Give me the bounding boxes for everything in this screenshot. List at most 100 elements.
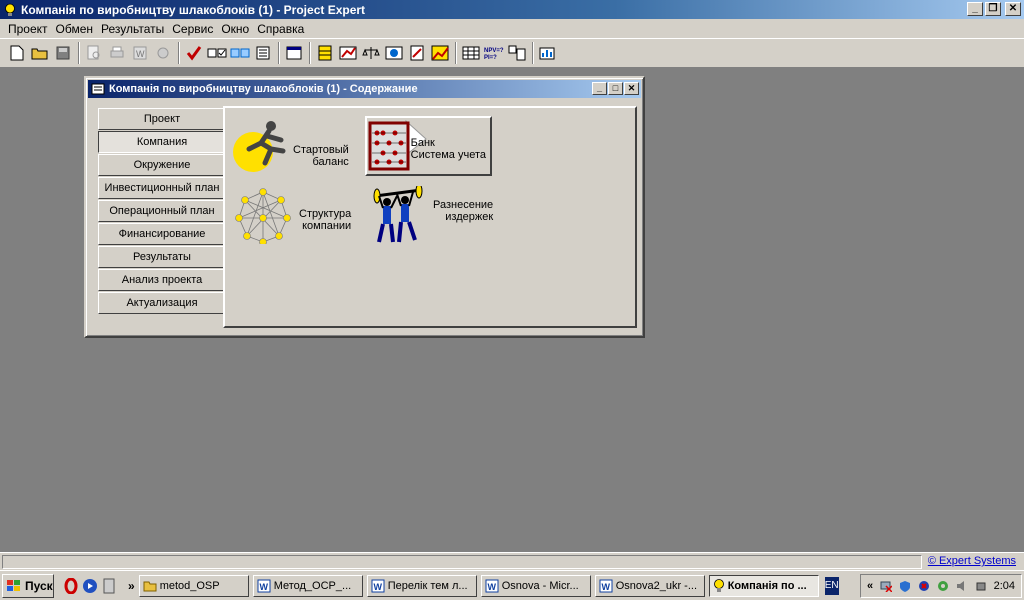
task-osnova2[interactable]: W Osnova2_ukr -... [594, 574, 705, 597]
balance-icon[interactable] [360, 42, 382, 64]
window-icon[interactable] [283, 42, 305, 64]
globe-icon[interactable] [383, 42, 405, 64]
close-button[interactable]: ✕ [1005, 2, 1021, 16]
child-minimize-button[interactable]: _ [592, 82, 607, 95]
toolbar-separator [455, 42, 457, 64]
svg-text:W: W [601, 582, 610, 592]
chart-icon[interactable] [429, 42, 451, 64]
tray-expand-icon[interactable]: « [867, 580, 873, 592]
npv-pi-icon[interactable]: NPV=? PI=? [483, 42, 505, 64]
language-indicator[interactable]: EN [824, 576, 839, 595]
toolbar-separator [532, 42, 534, 64]
cashflow-icon[interactable] [337, 42, 359, 64]
start-label: Пуск [25, 578, 53, 593]
bank-label-1: Банк [410, 137, 435, 149]
task-project-expert[interactable]: Компанія по ... [708, 574, 819, 597]
contents-window-titlebar: Компанія по виробництву шлакоблоків (1) … [88, 80, 641, 98]
menu-exchange[interactable]: Обмен [52, 22, 98, 36]
list-icon[interactable] [252, 42, 274, 64]
child-close-button[interactable]: ✕ [624, 82, 639, 95]
toolbar-separator [278, 42, 280, 64]
nav-environment[interactable]: Окружение [98, 154, 226, 176]
nav-investment-plan[interactable]: Инвестиционный план [98, 177, 226, 199]
analysis-icon[interactable] [537, 42, 559, 64]
table-icon[interactable] [314, 42, 336, 64]
preview-icon[interactable] [83, 42, 105, 64]
child-maximize-button[interactable]: □ [608, 82, 623, 95]
task-label: metod_OSP [159, 579, 220, 592]
menu-results[interactable]: Результаты [97, 22, 168, 36]
opera-icon[interactable] [64, 577, 78, 594]
expert-systems-link[interactable]: © Expert Systems [928, 555, 1016, 567]
open-folder-icon[interactable] [29, 42, 51, 64]
quick-launch: » [64, 577, 135, 594]
contents-window: Компанія по виробництву шлакоблоків (1) … [84, 76, 645, 338]
media-player-icon[interactable] [82, 578, 98, 594]
menu-help[interactable]: Справка [253, 22, 308, 36]
nav-results[interactable]: Результаты [98, 246, 226, 268]
gear-icon[interactable] [937, 580, 949, 592]
nav-financing[interactable]: Финансирование [98, 223, 226, 245]
save-icon[interactable] [52, 42, 74, 64]
task-label: Компанія по ... [727, 579, 807, 592]
svg-text:PI=?: PI=? [484, 55, 497, 61]
bank-accounting-button[interactable]: Банк Система учета [365, 116, 492, 176]
document-icon [91, 83, 105, 95]
restore-button[interactable]: ❐ [985, 2, 1001, 16]
volume-icon[interactable] [956, 580, 968, 592]
report-icon[interactable] [406, 42, 428, 64]
menu-bar: Проект Обмен Результаты Сервис Окно Спра… [0, 19, 1024, 38]
menu-service[interactable]: Сервис [168, 22, 217, 36]
check-icon[interactable] [183, 42, 205, 64]
task-label: Перелік тем л... [387, 579, 468, 592]
app-titlebar: Компанія по виробництву шлакоблоків (1) … [0, 0, 1024, 19]
bulb-icon [5, 3, 15, 16]
toolbar: W NPV=? PI=? [0, 38, 1024, 68]
task-osnova[interactable]: W Osnova - Micr... [480, 574, 591, 597]
task-perelik[interactable]: W Перелік тем л... [366, 574, 477, 597]
taskbar: Пуск » metod_OSP W Метод_ОСР_... W Перел… [0, 570, 1024, 600]
sync-icon[interactable] [229, 42, 251, 64]
word-icon: W [485, 579, 499, 592]
menu-window[interactable]: Окно [217, 22, 253, 36]
svg-text:W: W [487, 582, 496, 592]
word-export-icon[interactable]: W [129, 42, 151, 64]
antivirus-icon[interactable] [918, 580, 930, 592]
quick-launch-more-icon[interactable]: » [128, 579, 135, 593]
shield-icon[interactable] [899, 580, 911, 592]
nav-operational-plan[interactable]: Операционный план [98, 200, 226, 222]
minimize-button[interactable]: _ [967, 2, 983, 16]
calculator-icon[interactable] [102, 578, 116, 594]
task-metod-ocr[interactable]: W Метод_ОСР_... [252, 574, 363, 597]
start-button[interactable]: Пуск [2, 573, 54, 598]
task-label: Osnova - Micr... [501, 579, 579, 592]
word-icon: W [599, 579, 613, 592]
network-disconnected-icon[interactable] [880, 580, 893, 592]
cost-label-2: издержек [445, 211, 494, 223]
print-icon[interactable] [106, 42, 128, 64]
nav-actualization[interactable]: Актуализация [98, 292, 226, 314]
toolbar-separator [178, 42, 180, 64]
task-label: Osnova2_ukr -... [615, 579, 698, 592]
nav-project[interactable]: Проект [98, 108, 226, 130]
company-panel: Стартовый баланс Банк Система учета Стру… [223, 106, 637, 328]
svg-text:W: W [136, 49, 145, 59]
word-icon: W [371, 579, 385, 592]
system-tray: « 2:04 [860, 574, 1022, 598]
cost-distribution-item[interactable]: Разнесение издержек [369, 186, 493, 246]
new-file-icon[interactable] [6, 42, 28, 64]
checklist-icon[interactable] [206, 42, 228, 64]
usb-device-icon[interactable] [975, 580, 987, 592]
windows-logo-icon [7, 579, 20, 591]
grid-icon[interactable] [460, 42, 482, 64]
cost-label-1: Разнесение [433, 199, 494, 211]
start-balance-item[interactable]: Стартовый баланс [231, 116, 349, 176]
nav-project-analysis[interactable]: Анализ проекта [98, 269, 226, 291]
app-title: Компанія по виробництву шлакоблоків (1) … [21, 2, 366, 17]
nav-company[interactable]: Компания [98, 131, 226, 153]
menu-project[interactable]: Проект [4, 22, 52, 36]
settings-icon[interactable] [152, 42, 174, 64]
scenario-icon[interactable] [506, 42, 528, 64]
task-metod-osp[interactable]: metod_OSP [138, 574, 249, 597]
company-structure-item[interactable]: Структура компании [235, 188, 351, 244]
